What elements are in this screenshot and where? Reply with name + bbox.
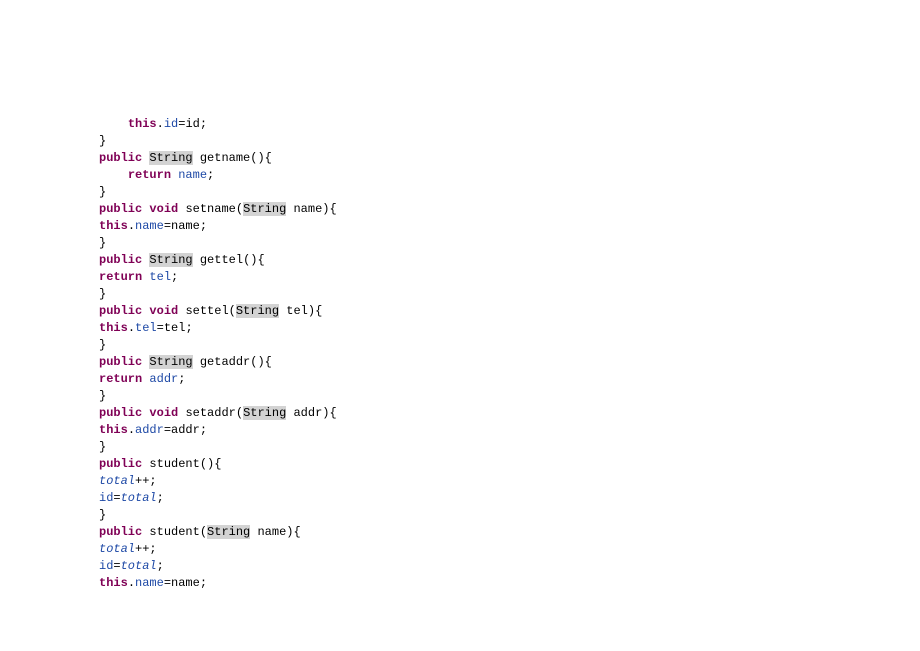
l25: public student(String name){	[99, 525, 301, 539]
l6: public void setname(String name){	[99, 202, 337, 216]
l16: return addr;	[99, 372, 185, 386]
l2: }	[99, 134, 106, 148]
l21: public student(){	[99, 457, 221, 471]
l4: return name;	[99, 168, 214, 182]
l11: }	[99, 287, 106, 301]
l24: }	[99, 508, 106, 522]
l23: id=total;	[99, 491, 164, 505]
l22: total++;	[99, 474, 157, 488]
l9: public String gettel(){	[99, 253, 265, 267]
l20: }	[99, 440, 106, 454]
l3: public String getname(){	[99, 151, 272, 165]
l13: this.tel=tel;	[99, 321, 193, 335]
l15: public String getaddr(){	[99, 355, 272, 369]
l27: id=total;	[99, 559, 164, 573]
l14: }	[99, 338, 106, 352]
l10: return tel;	[99, 270, 178, 284]
l5: }	[99, 185, 106, 199]
l1: this.id=id;	[99, 117, 207, 131]
l19: this.addr=addr;	[99, 423, 207, 437]
l28: this.name=name;	[99, 576, 207, 590]
l18: public void setaddr(String addr){	[99, 406, 337, 420]
l12: public void settel(String tel){	[99, 304, 322, 318]
l17: }	[99, 389, 106, 403]
l8: }	[99, 236, 106, 250]
code-block: this.id=id; } public String getname(){ r…	[99, 99, 337, 592]
l26: total++;	[99, 542, 157, 556]
l7: this.name=name;	[99, 219, 207, 233]
